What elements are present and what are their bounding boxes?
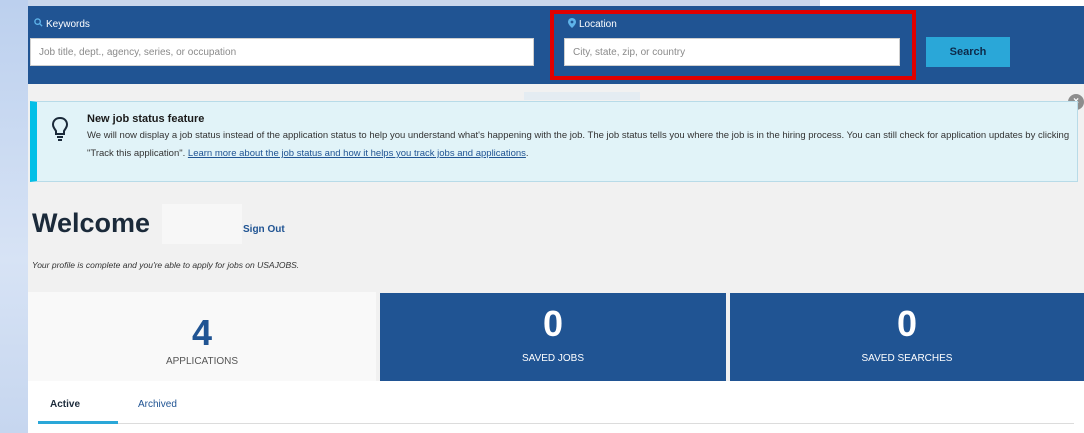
tabs-divider <box>38 423 1074 424</box>
keywords-label: Keywords <box>34 18 90 30</box>
tab-archived[interactable]: Archived <box>138 399 177 410</box>
applications-label: APPLICATIONS <box>165 356 239 367</box>
saved-searches-stat[interactable]: 0 SAVED SEARCHES <box>730 293 1084 381</box>
search-icon <box>34 18 43 30</box>
active-tab-indicator <box>38 421 118 424</box>
keywords-input[interactable] <box>30 38 534 66</box>
lightbulb-icon <box>51 116 69 142</box>
saved-jobs-count: 0 <box>542 303 564 344</box>
page: Keywords Location Search × New job statu… <box>28 6 1084 433</box>
keywords-label-text: Keywords <box>46 18 90 30</box>
applications-stat[interactable]: 4 APPLICATIONS <box>28 292 376 381</box>
profile-status-message: Your profile is complete and you're able… <box>32 260 300 270</box>
alert-text-after: . <box>525 148 529 159</box>
applications-count: 4 <box>191 312 213 353</box>
welcome-heading: Welcome <box>32 208 151 238</box>
redacted-name <box>162 204 242 244</box>
saved-jobs-label: SAVED JOBS <box>521 353 585 364</box>
search-bar: Keywords Location Search <box>28 6 1084 84</box>
saved-jobs-stat[interactable]: 0 SAVED JOBS <box>380 293 726 381</box>
tab-active[interactable]: Active <box>50 399 80 410</box>
learn-more-link[interactable]: Learn more about the job status and how … <box>188 148 526 159</box>
faint-header-tab <box>524 92 640 100</box>
location-highlight-box <box>550 10 916 80</box>
sign-out-link[interactable]: Sign Out <box>243 224 285 235</box>
saved-searches-count: 0 <box>896 303 918 344</box>
job-status-alert: New job status feature We will now displ… <box>30 101 1078 182</box>
applications-tabs: Active Archived <box>28 381 1084 433</box>
saved-searches-label: SAVED SEARCHES <box>861 353 953 364</box>
search-button[interactable]: Search <box>926 37 1010 67</box>
alert-body: We will now display a job status instead… <box>87 127 1077 163</box>
background-strip <box>0 0 28 433</box>
alert-title: New job status feature <box>87 113 205 125</box>
